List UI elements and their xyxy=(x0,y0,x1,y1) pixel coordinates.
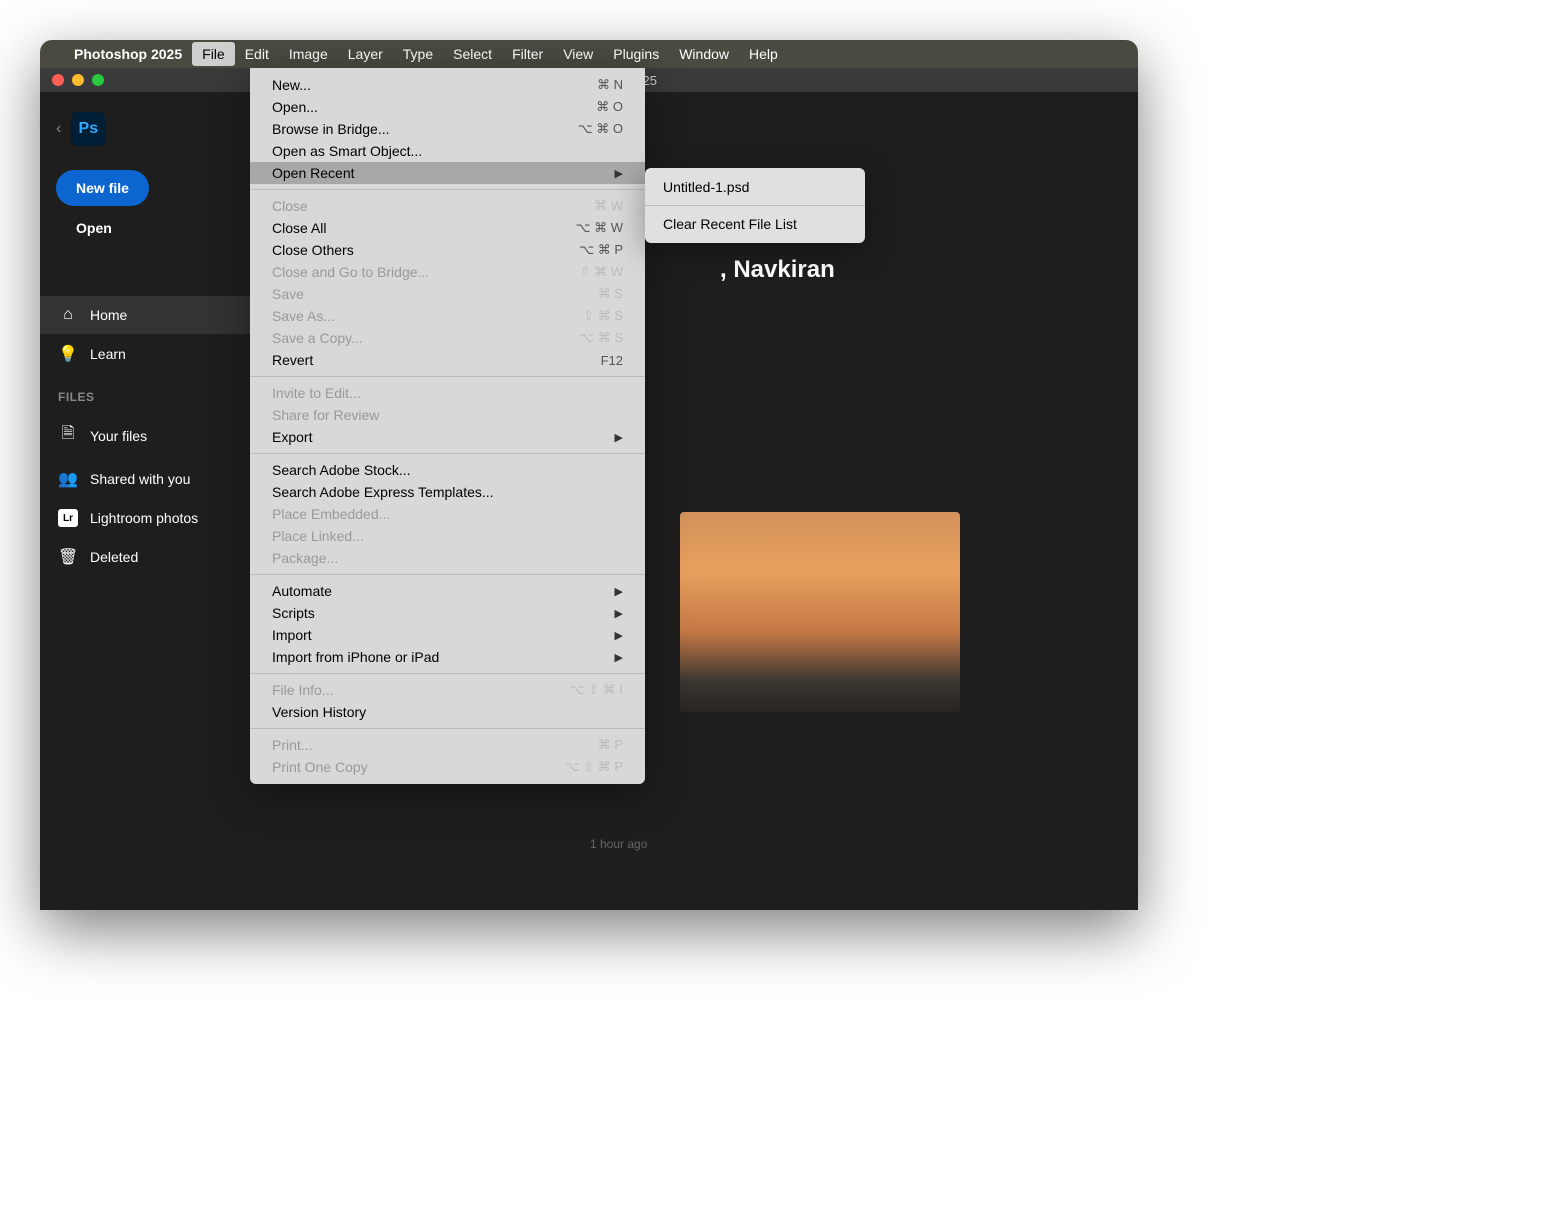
home-sidebar: ‹ Ps New file Open ⌂ Home 💡 Learn FILES … xyxy=(40,92,260,910)
sidebar-item-your-files[interactable]: 🗎 Your files xyxy=(40,412,260,459)
menubar-layer[interactable]: Layer xyxy=(338,42,393,66)
menubar-type[interactable]: Type xyxy=(393,42,443,66)
menu-separator xyxy=(250,453,645,454)
menu-close-others[interactable]: Close Others⌥ ⌘ P xyxy=(250,239,645,261)
menu-separator xyxy=(645,205,865,206)
lightroom-icon: Lr xyxy=(58,509,78,527)
back-icon[interactable]: ‹ xyxy=(56,120,61,138)
menu-version-history[interactable]: Version History xyxy=(250,701,645,723)
sidebar-your-files-label: Your files xyxy=(90,428,147,444)
menubar-file[interactable]: File xyxy=(192,42,235,66)
open-recent-submenu: Untitled-1.psd Clear Recent File List xyxy=(645,168,865,243)
menu-save-copy: Save a Copy...⌥ ⌘ S xyxy=(250,327,645,349)
sidebar-deleted-label: Deleted xyxy=(90,549,138,565)
menu-export[interactable]: Export▶ xyxy=(250,426,645,448)
menu-close-go-bridge: Close and Go to Bridge...⇧ ⌘ W xyxy=(250,261,645,283)
menu-file-info: File Info...⌥ ⇧ ⌘ I xyxy=(250,679,645,701)
menubar-filter[interactable]: Filter xyxy=(502,42,553,66)
menu-separator xyxy=(250,574,645,575)
menubar-plugins[interactable]: Plugins xyxy=(603,42,669,66)
maximize-window-button[interactable] xyxy=(92,74,104,86)
menu-save-as: Save As...⇧ ⌘ S xyxy=(250,305,645,327)
menu-import[interactable]: Import▶ xyxy=(250,624,645,646)
menu-invite-edit: Invite to Edit... xyxy=(250,382,645,404)
people-icon: 👥 xyxy=(58,469,78,489)
menu-print-one-copy: Print One Copy⌥ ⇧ ⌘ P xyxy=(250,756,645,778)
chevron-right-icon: ▶ xyxy=(615,585,623,598)
sidebar-item-shared[interactable]: 👥 Shared with you xyxy=(40,459,260,499)
chevron-right-icon: ▶ xyxy=(615,607,623,620)
recent-file-time: 1 hour ago xyxy=(590,837,647,851)
menubar-image[interactable]: Image xyxy=(279,42,338,66)
menu-separator xyxy=(250,728,645,729)
file-menu-dropdown: New...⌘ N Open...⌘ O Browse in Bridge...… xyxy=(250,68,645,784)
minimize-window-button[interactable] xyxy=(72,74,84,86)
menu-search-stock[interactable]: Search Adobe Stock... xyxy=(250,459,645,481)
trash-icon: 🗑 xyxy=(58,547,78,567)
learn-icon: 💡 xyxy=(58,344,78,364)
close-window-button[interactable] xyxy=(52,74,64,86)
macos-menubar: Photoshop 2025 File Edit Image Layer Typ… xyxy=(40,40,1138,68)
menu-open[interactable]: Open...⌘ O xyxy=(250,96,645,118)
menu-browse-bridge[interactable]: Browse in Bridge...⌥ ⌘ O xyxy=(250,118,645,140)
menubar-help[interactable]: Help xyxy=(739,42,788,66)
menu-open-recent[interactable]: Open Recent▶ xyxy=(250,162,645,184)
sidebar-item-lightroom[interactable]: Lr Lightroom photos xyxy=(40,499,260,537)
menu-separator xyxy=(250,189,645,190)
photoshop-logo: Ps xyxy=(71,112,105,146)
sidebar-item-deleted[interactable]: 🗑 Deleted xyxy=(40,537,260,577)
sidebar-learn-label: Learn xyxy=(90,346,126,362)
clear-recent-list[interactable]: Clear Recent File List xyxy=(645,211,865,237)
menubar-app-name[interactable]: Photoshop 2025 xyxy=(64,46,192,62)
menu-package: Package... xyxy=(250,547,645,569)
chevron-right-icon: ▶ xyxy=(615,167,623,180)
sidebar-shared-label: Shared with you xyxy=(90,471,190,487)
menu-share-review: Share for Review xyxy=(250,404,645,426)
chevron-right-icon: ▶ xyxy=(615,651,623,664)
menu-import-iphone[interactable]: Import from iPhone or iPad▶ xyxy=(250,646,645,668)
menu-separator xyxy=(250,673,645,674)
menu-open-smart-object[interactable]: Open as Smart Object... xyxy=(250,140,645,162)
menu-scripts[interactable]: Scripts▶ xyxy=(250,602,645,624)
recent-file-thumbnail[interactable] xyxy=(680,512,960,712)
menu-new[interactable]: New...⌘ N xyxy=(250,74,645,96)
chevron-right-icon: ▶ xyxy=(615,629,623,642)
menu-revert[interactable]: RevertF12 xyxy=(250,349,645,371)
home-icon: ⌂ xyxy=(58,306,78,324)
menu-close-all[interactable]: Close All⌥ ⌘ W xyxy=(250,217,645,239)
menubar-edit[interactable]: Edit xyxy=(235,42,279,66)
recent-file-item[interactable]: Untitled-1.psd xyxy=(645,174,865,200)
menubar-window[interactable]: Window xyxy=(669,42,739,66)
menu-print: Print...⌘ P xyxy=(250,734,645,756)
files-section-label: FILES xyxy=(40,374,260,412)
sidebar-item-learn[interactable]: 💡 Learn xyxy=(40,334,260,374)
menu-close: Close⌘ W xyxy=(250,195,645,217)
menu-automate[interactable]: Automate▶ xyxy=(250,580,645,602)
menu-search-express[interactable]: Search Adobe Express Templates... xyxy=(250,481,645,503)
file-icon: 🗎 xyxy=(58,422,78,449)
menu-save: Save⌘ S xyxy=(250,283,645,305)
menubar-select[interactable]: Select xyxy=(443,42,502,66)
menu-place-linked: Place Linked... xyxy=(250,525,645,547)
menubar-view[interactable]: View xyxy=(553,42,603,66)
open-button[interactable]: Open xyxy=(56,206,244,250)
welcome-heading: , Navkiran xyxy=(720,256,835,284)
chevron-right-icon: ▶ xyxy=(615,431,623,444)
sidebar-lightroom-label: Lightroom photos xyxy=(90,510,198,526)
menu-separator xyxy=(250,376,645,377)
new-file-button[interactable]: New file xyxy=(56,170,149,206)
menu-place-embedded: Place Embedded... xyxy=(250,503,645,525)
sidebar-home-label: Home xyxy=(90,307,127,323)
sidebar-item-home[interactable]: ⌂ Home xyxy=(40,296,260,334)
